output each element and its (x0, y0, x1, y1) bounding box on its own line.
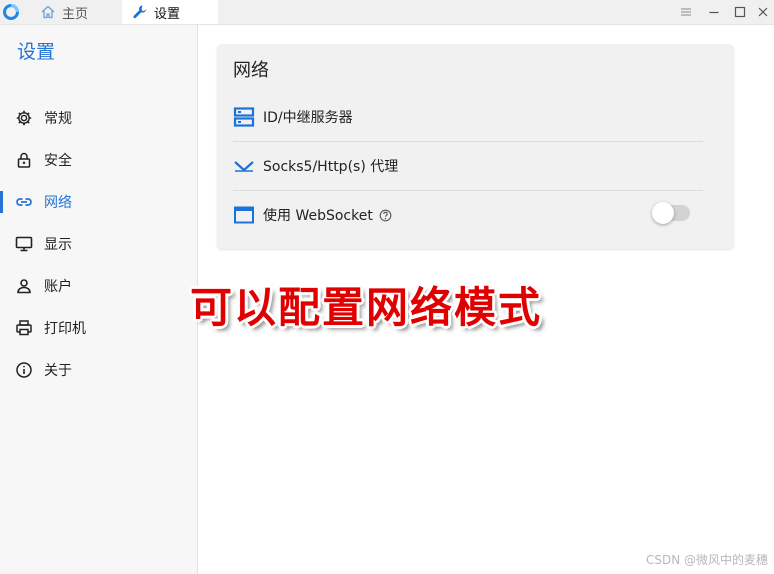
lock-icon (15, 151, 33, 169)
network-settings-card: 网络 ID/中继服务器 Socks5/Http(s) 代理 使用 WebSock… (217, 44, 734, 249)
tab-home-label: 主页 (62, 6, 89, 22)
sidebar-item-label: 常规 (44, 111, 72, 127)
gear-icon (15, 109, 33, 127)
window-icon (233, 204, 255, 226)
sidebar-item-label: 网络 (44, 195, 72, 211)
app-logo-icon (3, 4, 19, 20)
card-title: 网络 (233, 60, 269, 81)
info-icon (15, 361, 33, 379)
sidebar-item-label: 关于 (44, 363, 72, 379)
menu-icon[interactable] (677, 3, 695, 21)
row-label: Socks5/Http(s) 代理 (263, 159, 399, 175)
tab-home[interactable]: 主页 (40, 0, 110, 24)
id-relay-server-row[interactable]: ID/中继服务器 (233, 93, 703, 141)
sidebar-item-network[interactable]: 网络 (0, 184, 197, 220)
title-bar: 主页 设置 (0, 0, 774, 25)
link-icon (15, 193, 33, 211)
maximize-icon[interactable] (731, 3, 749, 21)
sidebar-title: 设置 (17, 41, 56, 63)
row-label: 使用 WebSocket (263, 208, 373, 224)
close-icon[interactable] (754, 3, 772, 21)
watermark: CSDN @微风中的麦穗 (645, 553, 768, 567)
sidebar-item-about[interactable]: 关于 (0, 352, 197, 388)
sidebar-item-general[interactable]: 常规 (0, 100, 197, 136)
toggle-knob (652, 202, 674, 224)
sidebar-item-label: 打印机 (44, 321, 86, 337)
proxy-icon (233, 155, 255, 177)
sidebar-item-display[interactable]: 显示 (0, 226, 197, 262)
sidebar-item-label: 安全 (44, 153, 72, 169)
minimize-icon[interactable] (705, 3, 723, 21)
sidebar-item-printer[interactable]: 打印机 (0, 310, 197, 346)
tab-settings[interactable]: 设置 (122, 0, 218, 24)
sidebar-item-security[interactable]: 安全 (0, 142, 197, 178)
home-icon (40, 4, 56, 20)
sidebar: 设置 常规 安全 网络 显示 账户 打印机 关于 (0, 25, 198, 574)
tab-settings-label: 设置 (154, 6, 181, 22)
user-icon (15, 277, 33, 295)
wrench-icon (132, 4, 148, 20)
proxy-row[interactable]: Socks5/Http(s) 代理 (233, 142, 703, 190)
printer-icon (15, 319, 33, 337)
sidebar-item-account[interactable]: 账户 (0, 268, 197, 304)
websocket-row[interactable]: 使用 WebSocket (233, 191, 653, 239)
websocket-toggle[interactable] (652, 202, 690, 224)
row-label: ID/中继服务器 (263, 110, 353, 126)
help-icon[interactable] (379, 209, 392, 222)
monitor-icon (15, 235, 33, 253)
sidebar-item-label: 账户 (44, 279, 72, 295)
server-icon (233, 106, 255, 128)
overlay-caption: 可以配置网络模式 (190, 283, 543, 332)
sidebar-item-label: 显示 (44, 237, 72, 253)
